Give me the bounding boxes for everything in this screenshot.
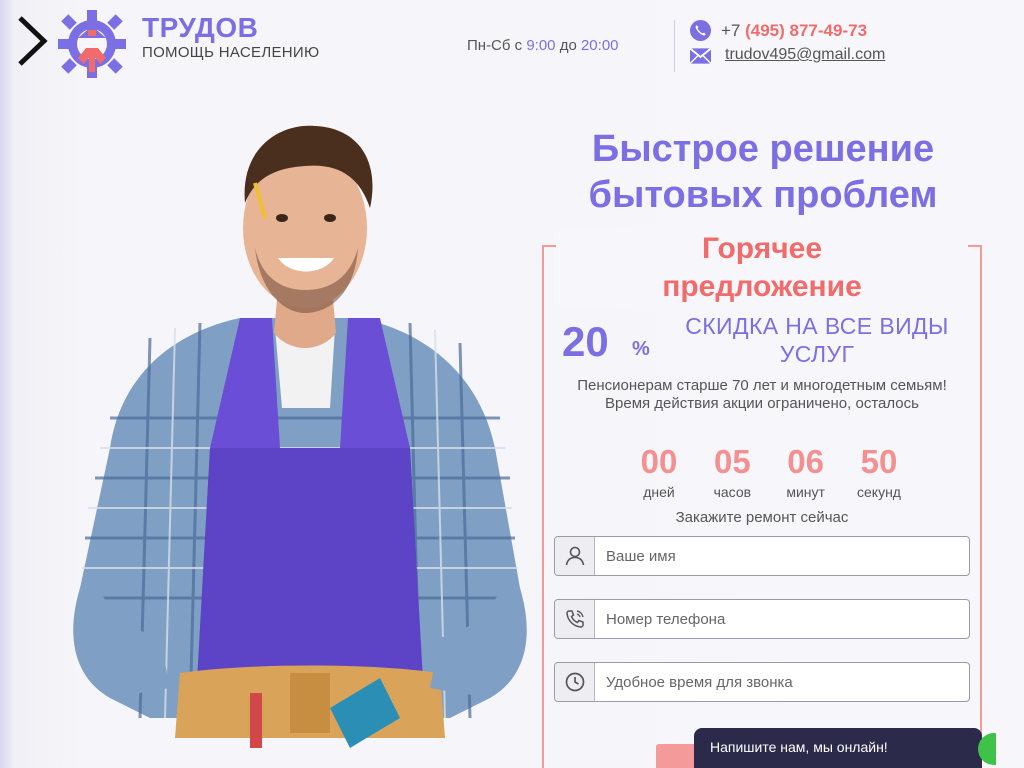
clock-icon — [555, 663, 595, 701]
hero-headline: Быстрое решение бытовых проблем — [520, 126, 1006, 218]
phone-icon — [690, 20, 711, 41]
hot-offer-title: Горячее предложение — [556, 230, 968, 306]
online-status-icon — [978, 733, 996, 765]
timer-minutes-value: 06 — [787, 443, 825, 480]
hours-to: 20:00 — [580, 37, 619, 54]
discount-percent-sign: % — [632, 338, 650, 360]
offer-description: Пенсионерам старше 70 лет и многодетным … — [577, 377, 947, 412]
brand-title[interactable]: ТРУДОВ — [142, 12, 258, 44]
countdown-timer: 00 дней 05 часов 06 минут 50 секунд — [626, 443, 912, 501]
header-divider — [674, 20, 675, 72]
phone-call-icon — [555, 600, 595, 638]
timer-seconds: 50 секунд — [846, 443, 912, 501]
timer-hours-label: часов — [713, 484, 752, 500]
left-edge-shade — [0, 0, 14, 768]
mail-icon — [690, 48, 711, 64]
timer-days: 00 дней — [626, 443, 692, 501]
timer-days-value: 00 — [640, 443, 678, 480]
email-link[interactable]: trudov495@gmail.com — [725, 46, 885, 64]
offer-frame-corner-left — [542, 245, 556, 247]
brand-subtitle: ПОМОЩЬ НАСЕЛЕНИЮ — [142, 44, 320, 61]
chat-label[interactable]: Напишите нам, мы онлайн! — [710, 739, 888, 755]
timer-seconds-label: секунд — [857, 484, 901, 500]
hours-prefix: Пн-Сб с — [467, 37, 527, 54]
offer-title-line-1: Горячее — [701, 232, 823, 265]
phone-number[interactable]: +7 (495) 877-49-73 — [721, 21, 867, 41]
worker-photo — [73, 125, 527, 748]
hours-from: 9:00 — [526, 37, 556, 54]
timer-seconds-value: 50 — [860, 443, 898, 480]
offer-title-line-2: предложение — [662, 270, 862, 303]
timer-minutes-label: минут — [786, 484, 825, 500]
name-field[interactable] — [554, 536, 970, 576]
discount-percent: 20 — [562, 318, 609, 365]
online-chat-widget[interactable]: Напишите нам, мы онлайн! — [694, 728, 982, 768]
timer-hours-value: 05 — [713, 443, 751, 480]
phone-field[interactable] — [554, 599, 970, 639]
call-time-field[interactable] — [554, 662, 970, 702]
timer-minutes: 06 минут — [773, 443, 839, 501]
offer-frame-right — [980, 245, 982, 768]
timer-hours: 05 часов — [699, 443, 765, 501]
timer-days-label: дней — [643, 484, 675, 500]
phone-prefix: +7 — [721, 21, 746, 40]
phone-main[interactable]: (495) 877-49-73 — [745, 21, 867, 40]
chevron-right-icon[interactable] — [14, 14, 52, 68]
phone-input[interactable] — [595, 600, 969, 638]
user-icon — [555, 537, 595, 575]
working-hours: Пн-Сб с 9:00 до 20:00 — [467, 37, 619, 54]
headline-line-1: Быстрое решение — [591, 128, 935, 170]
order-cta-text: Закажите ремонт сейчас — [675, 509, 849, 526]
hours-mid: до — [555, 37, 581, 54]
name-input[interactable] — [595, 537, 969, 575]
call-time-input[interactable] — [595, 663, 969, 701]
offer-frame-left — [542, 245, 544, 768]
headline-line-2: бытовых проблем — [588, 174, 938, 216]
discount-text: СКИДКА НА ВСЕ ВИДЫ УСЛУГ — [685, 313, 949, 367]
gear-house-logo-icon[interactable] — [56, 8, 128, 80]
